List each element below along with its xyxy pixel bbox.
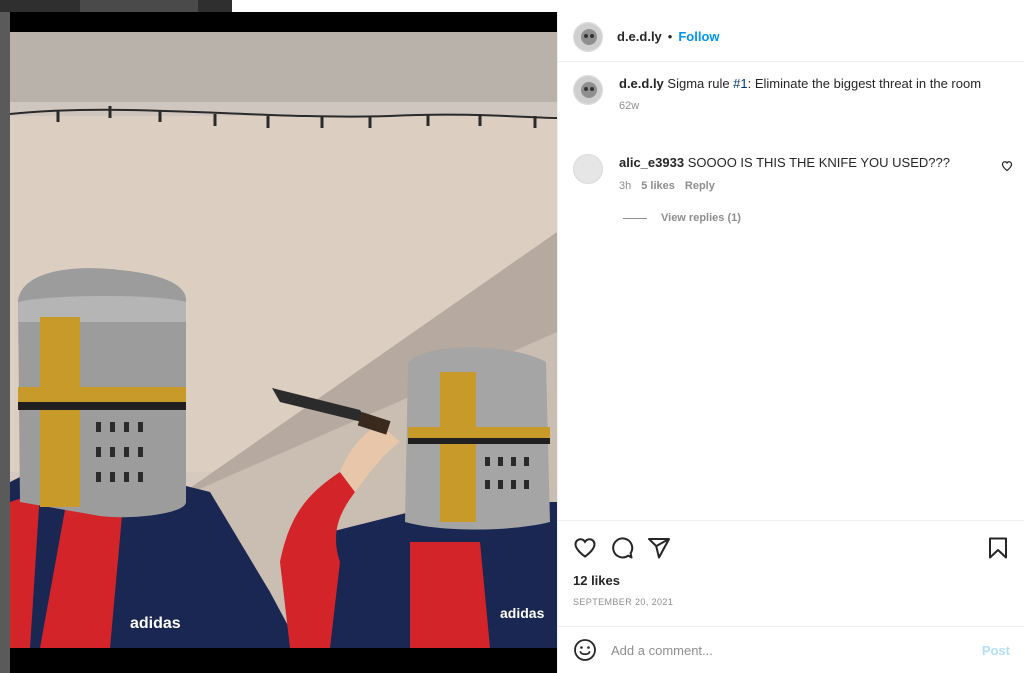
comment-likes[interactable]: 5 likes bbox=[641, 178, 675, 195]
view-replies-label: View replies (1) bbox=[661, 212, 741, 224]
caption-text: Sigma rule bbox=[667, 76, 734, 91]
comment-reply-button[interactable]: Reply bbox=[685, 178, 715, 195]
bookmark-icon[interactable] bbox=[986, 536, 1010, 560]
separator-dot: • bbox=[667, 29, 673, 44]
post-date[interactable]: SEPTEMBER 20, 2021 bbox=[573, 597, 1010, 607]
commenter-avatar[interactable] bbox=[573, 154, 603, 184]
emoji-icon[interactable] bbox=[573, 638, 597, 662]
author-avatar[interactable] bbox=[573, 21, 603, 52]
svg-text:adidas: adidas bbox=[500, 605, 545, 621]
post-image: adidas adidas bbox=[10, 32, 557, 648]
post-comment-button[interactable]: Post bbox=[982, 643, 1010, 658]
post-side-panel: d.e.d.ly • Follow d.e.d.ly Sigma rule #1… bbox=[557, 12, 1024, 673]
post-actions-area: 12 likes SEPTEMBER 20, 2021 bbox=[558, 520, 1024, 607]
view-replies-button[interactable]: View replies (1) bbox=[623, 212, 741, 224]
heart-icon[interactable] bbox=[573, 536, 597, 560]
action-bar bbox=[573, 535, 1010, 561]
post-caption: d.e.d.ly Sigma rule #1: Eliminate the bi… bbox=[573, 75, 993, 115]
window-tab-strip bbox=[0, 0, 80, 12]
replies-divider bbox=[623, 217, 647, 219]
comment-item: alic_e3933 SOOOO IS THIS THE KNIFE YOU U… bbox=[573, 154, 1013, 195]
post-photo[interactable]: adidas adidas bbox=[10, 12, 557, 673]
caption-avatar[interactable] bbox=[573, 75, 603, 105]
comment-username[interactable]: alic_e3933 bbox=[619, 155, 684, 170]
window-tab-strip bbox=[80, 0, 198, 12]
comment-input[interactable] bbox=[611, 642, 982, 658]
comment-body: alic_e3933 SOOOO IS THIS THE KNIFE YOU U… bbox=[619, 154, 984, 195]
author-username[interactable]: d.e.d.ly bbox=[617, 29, 662, 44]
caption-text-end: : Eliminate the biggest threat in the ro… bbox=[747, 76, 982, 91]
share-icon[interactable] bbox=[647, 536, 671, 560]
caption-hashtag[interactable]: #1 bbox=[733, 76, 747, 91]
comment-text: SOOOO IS THIS THE KNIFE YOU USED??? bbox=[687, 155, 950, 170]
follow-button[interactable]: Follow bbox=[678, 29, 719, 44]
comment-icon[interactable] bbox=[610, 536, 634, 560]
window-tab-strip bbox=[198, 0, 232, 12]
caption-timestamp[interactable]: 62w bbox=[619, 98, 981, 115]
likes-count[interactable]: 12 likes bbox=[573, 573, 1010, 588]
caption-username[interactable]: d.e.d.ly bbox=[619, 76, 664, 91]
comment-time[interactable]: 3h bbox=[619, 178, 631, 195]
window-edge bbox=[0, 12, 10, 673]
comment-meta: 3h 5 likes Reply bbox=[619, 178, 984, 195]
post-media-column: adidas adidas bbox=[0, 0, 557, 673]
comment-like-heart-icon[interactable] bbox=[1001, 160, 1013, 172]
post-header: d.e.d.ly • Follow bbox=[558, 12, 1024, 62]
caption-body: d.e.d.ly Sigma rule #1: Eliminate the bi… bbox=[619, 75, 981, 115]
svg-text:adidas: adidas bbox=[130, 615, 181, 632]
add-comment-bar: Post bbox=[558, 626, 1024, 673]
